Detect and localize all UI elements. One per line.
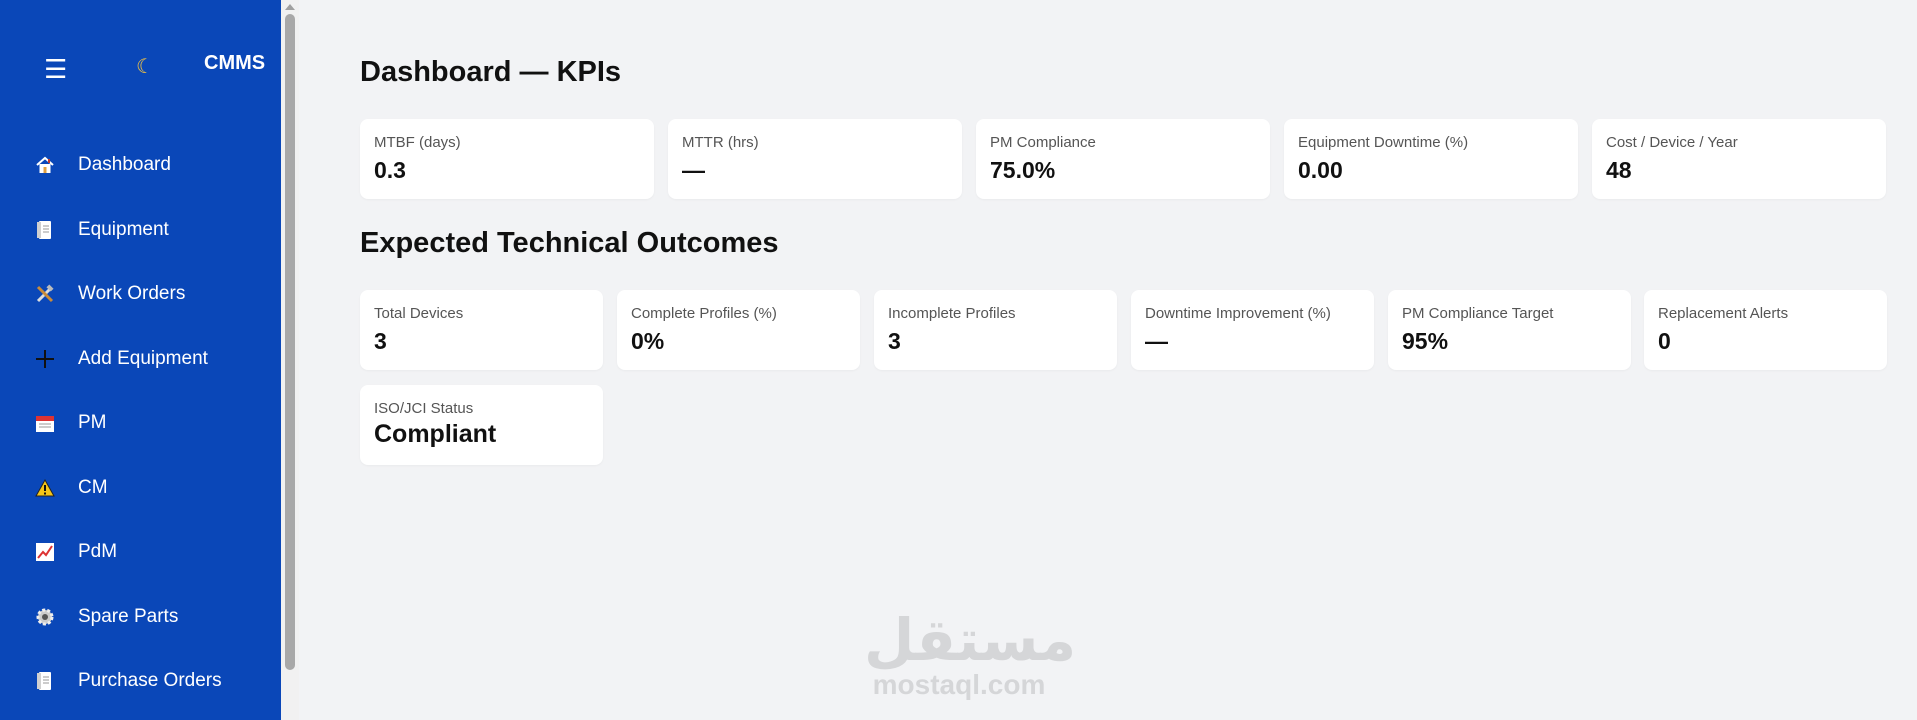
section-title-outcomes: Expected Technical Outcomes [360, 227, 779, 259]
watermark: مستقل mostaql.com [864, 606, 1077, 700]
house-icon [33, 153, 57, 177]
outcome-value: 3 [888, 328, 901, 354]
outcome-label: Downtime Improvement (%) [1145, 305, 1331, 322]
kpi-value: 75.0% [990, 157, 1056, 183]
sidebar-item-label: CM [78, 477, 108, 498]
sidebar-item-add-equipment[interactable]: Add Equipment [0, 334, 281, 384]
outcome-label: Incomplete Profiles [888, 305, 1016, 322]
document-icon [33, 218, 57, 242]
sidebar-item-work-orders[interactable]: Work Orders [0, 269, 281, 319]
outcome-label: Replacement Alerts [1658, 305, 1789, 322]
sidebar-item-label: Work Orders [78, 283, 186, 304]
page-title: Dashboard — KPIs [360, 56, 622, 88]
sidebar-item-label: Add Equipment [78, 348, 208, 369]
sidebar-item-pdm[interactable]: PdM [0, 527, 281, 577]
plus-icon [33, 347, 57, 371]
kpi-value: 0.00 [1298, 157, 1343, 183]
outcome-value: 0 [1658, 328, 1671, 354]
sidebar-item-label: PM [78, 412, 107, 433]
sidebar-item-spare-parts[interactable]: Spare Parts [0, 592, 281, 642]
scroll-up-arrow-icon[interactable] [285, 4, 295, 10]
outcome-card-complete-profiles: Complete Profiles (%) 0% [617, 290, 860, 370]
document-icon [33, 669, 57, 693]
sidebar-item-cm[interactable]: CM [0, 463, 281, 513]
outcome-card-downtime-improvement: Downtime Improvement (%) — [1131, 290, 1374, 370]
kpi-label: MTBF (days) [374, 134, 461, 151]
sidebar-header: ☰ ☾ CMMS [0, 0, 281, 130]
outcome-label: Total Devices [374, 305, 464, 322]
outcome-label: ISO/JCI Status [374, 400, 474, 417]
kpi-card-equipment-downtime: Equipment Downtime (%) 0.00 [1284, 119, 1578, 199]
sidebar-item-label: PdM [78, 541, 118, 562]
hamburger-icon[interactable]: ☰ [44, 56, 67, 82]
moon-icon[interactable]: ☾ [136, 56, 154, 78]
sidebar-item-label: Dashboard [78, 154, 171, 175]
outcome-value: — [1145, 328, 1168, 354]
outcome-value: Compliant [374, 420, 497, 448]
outcome-card-iso-jci-status: ISO/JCI Status Compliant [360, 385, 603, 465]
kpi-card-pm-compliance: PM Compliance 75.0% [976, 119, 1270, 199]
kpi-card-mtbf: MTBF (days) 0.3 [360, 119, 654, 199]
outcome-card-replacement-alerts: Replacement Alerts 0 [1644, 290, 1887, 370]
outcome-label: PM Compliance Target [1402, 305, 1554, 322]
outcome-card-incomplete-profiles: Incomplete Profiles 3 [874, 290, 1117, 370]
outcome-label: Complete Profiles (%) [631, 305, 777, 322]
kpi-label: PM Compliance [990, 134, 1096, 151]
kpi-card-mttr: MTTR (hrs) — [668, 119, 962, 199]
watermark-arabic: مستقل [864, 606, 1077, 674]
warning-icon [33, 476, 57, 500]
sidebar-item-dashboard[interactable]: Dashboard [0, 140, 281, 190]
sidebar: ☰ ☾ CMMS Dashboard Equipment Work Orders [0, 0, 281, 720]
sidebar-item-equipment[interactable]: Equipment [0, 205, 281, 255]
kpi-label: Equipment Downtime (%) [1298, 134, 1469, 151]
gear-icon [33, 605, 57, 629]
chart-icon [33, 540, 57, 564]
outcome-value: 95% [1402, 328, 1449, 354]
kpi-value: 0.3 [374, 157, 406, 183]
kpi-label: Cost / Device / Year [1606, 134, 1738, 151]
outcome-value: 3 [374, 328, 387, 354]
sidebar-item-label: Spare Parts [78, 606, 179, 627]
outcome-card-pm-compliance-target: PM Compliance Target 95% [1388, 290, 1631, 370]
brand-title: CMMS [204, 52, 266, 74]
sidebar-item-label: Purchase Orders [78, 670, 222, 691]
tools-icon [33, 282, 57, 306]
calendar-icon [33, 411, 57, 435]
scrollbar-thumb[interactable] [285, 14, 295, 670]
kpi-card-cost-per-device: Cost / Device / Year 48 [1592, 119, 1886, 199]
watermark-latin: mostaql.com [872, 669, 1046, 700]
sidebar-item-purchase-orders[interactable]: Purchase Orders [0, 656, 281, 706]
sidebar-item-pm[interactable]: PM [0, 398, 281, 448]
kpi-label: MTTR (hrs) [682, 134, 759, 151]
kpi-value: — [682, 157, 705, 183]
outcome-card-total-devices: Total Devices 3 [360, 290, 603, 370]
sidebar-scrollbar[interactable] [281, 0, 299, 720]
sidebar-item-label: Equipment [78, 219, 169, 240]
kpi-value: 48 [1606, 157, 1632, 183]
outcome-value: 0% [631, 328, 665, 354]
